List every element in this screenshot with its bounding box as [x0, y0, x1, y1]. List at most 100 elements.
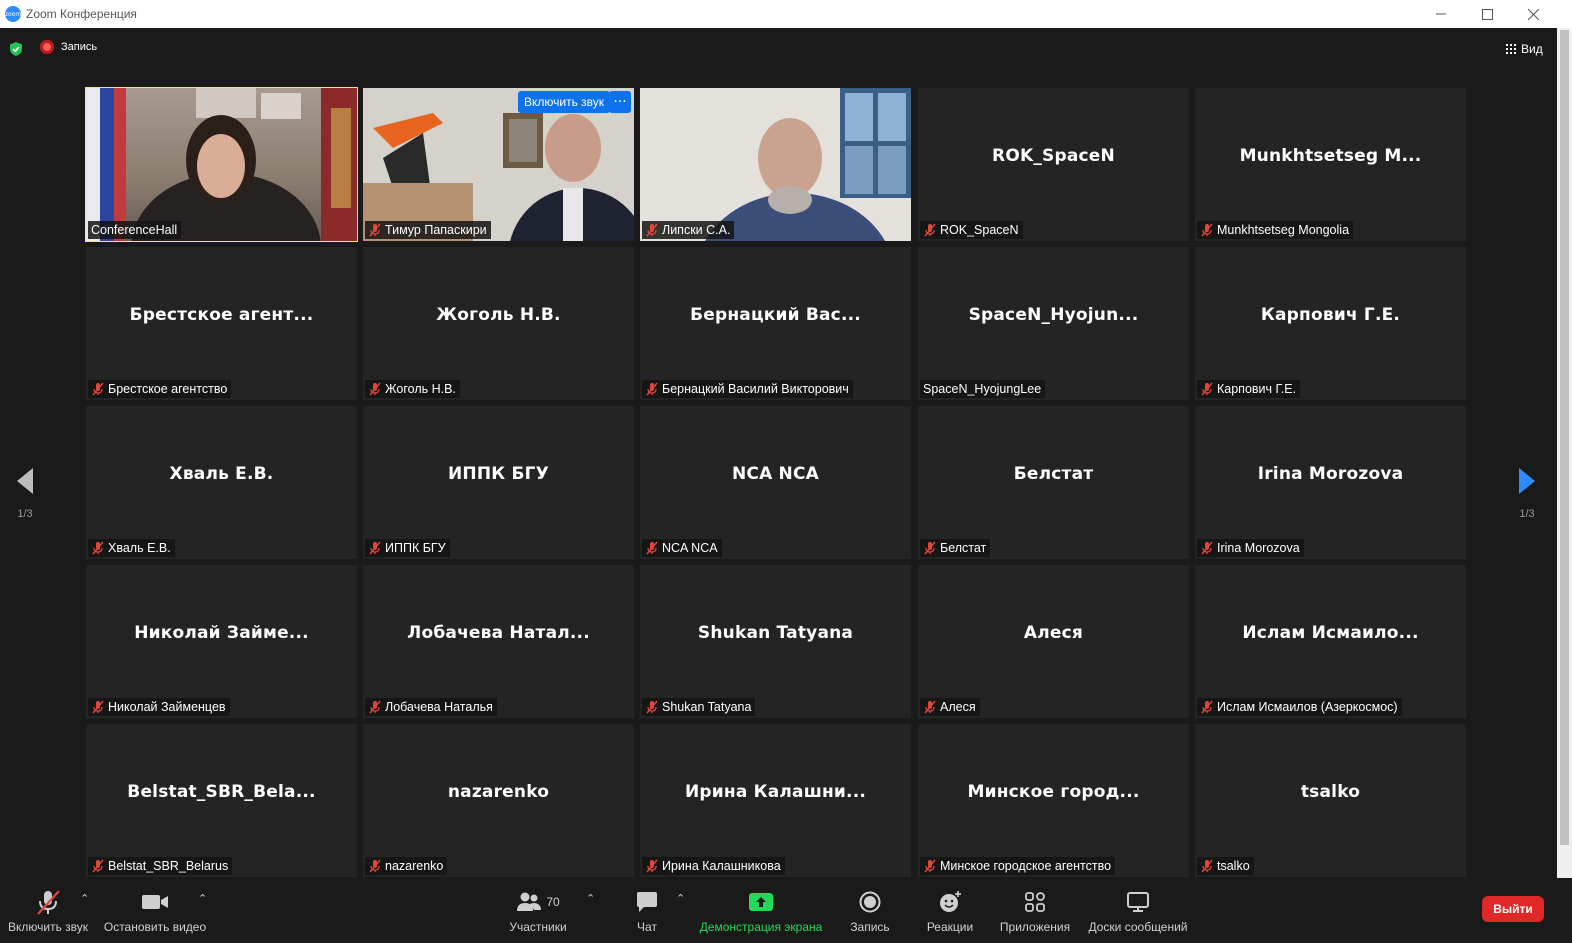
reactions-label: Реакции: [926, 920, 974, 934]
participant-tile[interactable]: tsalko tsalko: [1195, 724, 1466, 877]
participant-tile[interactable]: Минское город... Минское городское агент…: [918, 724, 1189, 877]
vertical-scrollbar[interactable]: [1557, 28, 1572, 878]
participant-display-name: Алеся: [1023, 623, 1084, 643]
participant-tile[interactable]: Ирина Калашни... Ирина Калашникова: [640, 724, 911, 877]
participant-tile[interactable]: nazarenko nazarenko: [363, 724, 634, 877]
participant-tile[interactable]: Shukan Tatyana Shukan Tatyana: [640, 565, 911, 718]
participant-name: NCA NCA: [662, 541, 718, 555]
participant-name: tsalko: [1217, 859, 1250, 873]
mic-muted-icon: [924, 541, 936, 555]
mic-muted-icon: [369, 541, 381, 555]
encryption-shield-icon[interactable]: [8, 41, 24, 57]
participant-name-tag: Лобачева Наталья: [365, 698, 497, 716]
recording-indicator[interactable]: Запись: [40, 40, 97, 54]
participant-display-name: Карпович Г.Е.: [1260, 305, 1401, 325]
mic-muted-icon: [646, 700, 658, 714]
apps-button[interactable]: Приложения: [996, 878, 1074, 943]
participant-tile[interactable]: NCA NCA NCA NCA: [640, 406, 911, 559]
more-options-button[interactable]: ···: [609, 91, 631, 113]
participant-display-name: tsalko: [1300, 782, 1361, 802]
participant-tile[interactable]: ИППК БГУ ИППК БГУ: [363, 406, 634, 559]
mic-muted-icon: [1201, 700, 1213, 714]
page-indicator-left: 1/3: [17, 508, 33, 520]
apps-icon: [1025, 892, 1045, 912]
participant-tile[interactable]: Жоголь Н.В. Жоголь Н.В.: [363, 247, 634, 400]
whiteboards-button[interactable]: Доски сообщений: [1086, 878, 1190, 943]
close-window-button[interactable]: [1510, 0, 1556, 28]
reactions-button[interactable]: Реакции: [922, 878, 978, 943]
participant-display-name: Брестское агент...: [129, 305, 314, 325]
page-indicator-right: 1/3: [1519, 508, 1535, 520]
participant-name: Хваль Е.В.: [108, 541, 171, 555]
participant-name-tag: Тимур Папаскири: [365, 221, 491, 239]
participant-tile[interactable]: Белстат Белстат: [918, 406, 1189, 559]
participants-options-caret-icon[interactable]: ⌃: [586, 892, 595, 905]
participants-count: 70: [546, 895, 560, 909]
participant-tile[interactable]: Включить звук ··· Тимур Папаскири: [363, 88, 634, 241]
video-options-caret-icon[interactable]: ⌃: [198, 892, 207, 905]
record-icon: [859, 891, 881, 913]
mic-muted-icon: [646, 541, 658, 555]
participant-tile[interactable]: Липски С.А.: [640, 88, 911, 241]
maximize-button[interactable]: [1464, 0, 1510, 28]
view-label: Вид: [1521, 42, 1543, 56]
participant-display-name: NCA NCA: [731, 464, 820, 484]
participant-name-tag: Белстат: [920, 539, 991, 557]
participant-tile[interactable]: Алеся Алеся: [918, 565, 1189, 718]
view-button[interactable]: Вид: [1500, 37, 1549, 61]
share-screen-button[interactable]: Демонстрация экрана: [698, 878, 824, 943]
participant-tile[interactable]: Ислам Исмаило... Ислам Исмаилов (Азеркос…: [1195, 565, 1466, 718]
mic-muted-icon: [646, 382, 658, 396]
participants-label: Участники: [509, 920, 567, 934]
chat-button[interactable]: Чат: [626, 878, 668, 943]
participant-tile[interactable]: Бернацкий Вас... Бернацкий Василий Викто…: [640, 247, 911, 400]
mic-muted-icon: [369, 700, 381, 714]
participant-name-tag: Алеся: [920, 698, 980, 716]
chat-options-caret-icon[interactable]: ⌃: [676, 892, 685, 905]
record-label: Запись: [850, 920, 890, 934]
recording-label: Запись: [61, 41, 98, 53]
video-camera-icon: [142, 895, 168, 909]
participant-name-tag: Брестское агентство: [88, 380, 232, 398]
participant-tile[interactable]: Николай Займе... Николай Займенцев: [86, 565, 357, 718]
minimize-button[interactable]: [1418, 0, 1464, 28]
mic-muted-icon: [924, 859, 936, 873]
participants-button[interactable]: 70 Участники: [506, 878, 570, 943]
stop-video-button[interactable]: Остановить видео: [102, 878, 208, 943]
participant-tile[interactable]: Брестское агент... Брестское агентство: [86, 247, 357, 400]
mic-muted-icon: [92, 700, 104, 714]
participant-display-name: Shukan Tatyana: [697, 623, 854, 643]
participant-display-name: nazarenko: [447, 782, 550, 802]
participant-tile[interactable]: ROK_SpaceN ROK_SpaceN: [918, 88, 1189, 241]
audio-options-caret-icon[interactable]: ⌃: [80, 892, 89, 905]
participant-tile[interactable]: ConferenceHall: [85, 87, 358, 242]
participant-display-name: SpaceN_Hyojun...: [968, 305, 1139, 325]
mic-muted-icon: [646, 859, 658, 873]
participant-name: ConferenceHall: [91, 223, 178, 237]
previous-page-button[interactable]: 1/3: [10, 466, 40, 520]
unmute-button[interactable]: Включить звук: [4, 878, 92, 943]
participant-tile[interactable]: Munkhtsetseg M... Munkhtsetseg Mongolia: [1195, 88, 1466, 241]
whiteboards-label: Доски сообщений: [1088, 920, 1188, 934]
participant-tile[interactable]: Карпович Г.Е. Карпович Г.Е.: [1195, 247, 1466, 400]
window-titlebar: zoom Zoom Конференция: [0, 0, 1572, 28]
close-icon: [1527, 8, 1539, 20]
participant-name-tag: Хваль Е.В.: [88, 539, 175, 557]
next-page-button[interactable]: 1/3: [1512, 466, 1542, 520]
participant-name-tag: Munkhtsetseg Mongolia: [1197, 221, 1354, 239]
participant-display-name: Belstat_SBR_Bela...: [127, 782, 316, 802]
participant-tile[interactable]: SpaceN_Hyojun... SpaceN_HyojungLee: [918, 247, 1189, 400]
unmute-participant-button[interactable]: Включить звук: [518, 91, 611, 113]
share-screen-label: Демонстрация экрана: [699, 920, 823, 934]
participant-display-name: Николай Займе...: [134, 623, 309, 643]
participant-name-tag: Irina Morozova: [1197, 539, 1304, 557]
scrollbar-thumb[interactable]: [1560, 30, 1569, 845]
mic-muted-icon: [92, 382, 104, 396]
leave-meeting-button[interactable]: Выйти: [1482, 896, 1544, 922]
participant-tile[interactable]: Лобачева Натал... Лобачева Наталья: [363, 565, 634, 718]
participant-tile[interactable]: Хваль Е.В. Хваль Е.В.: [86, 406, 357, 559]
participant-tile[interactable]: Belstat_SBR_Bela... Belstat_SBR_Belarus: [86, 724, 357, 877]
record-button[interactable]: Запись: [846, 878, 894, 943]
participant-tile[interactable]: Irina Morozova Irina Morozova: [1195, 406, 1466, 559]
participant-display-name: ИППК БГУ: [448, 464, 549, 484]
